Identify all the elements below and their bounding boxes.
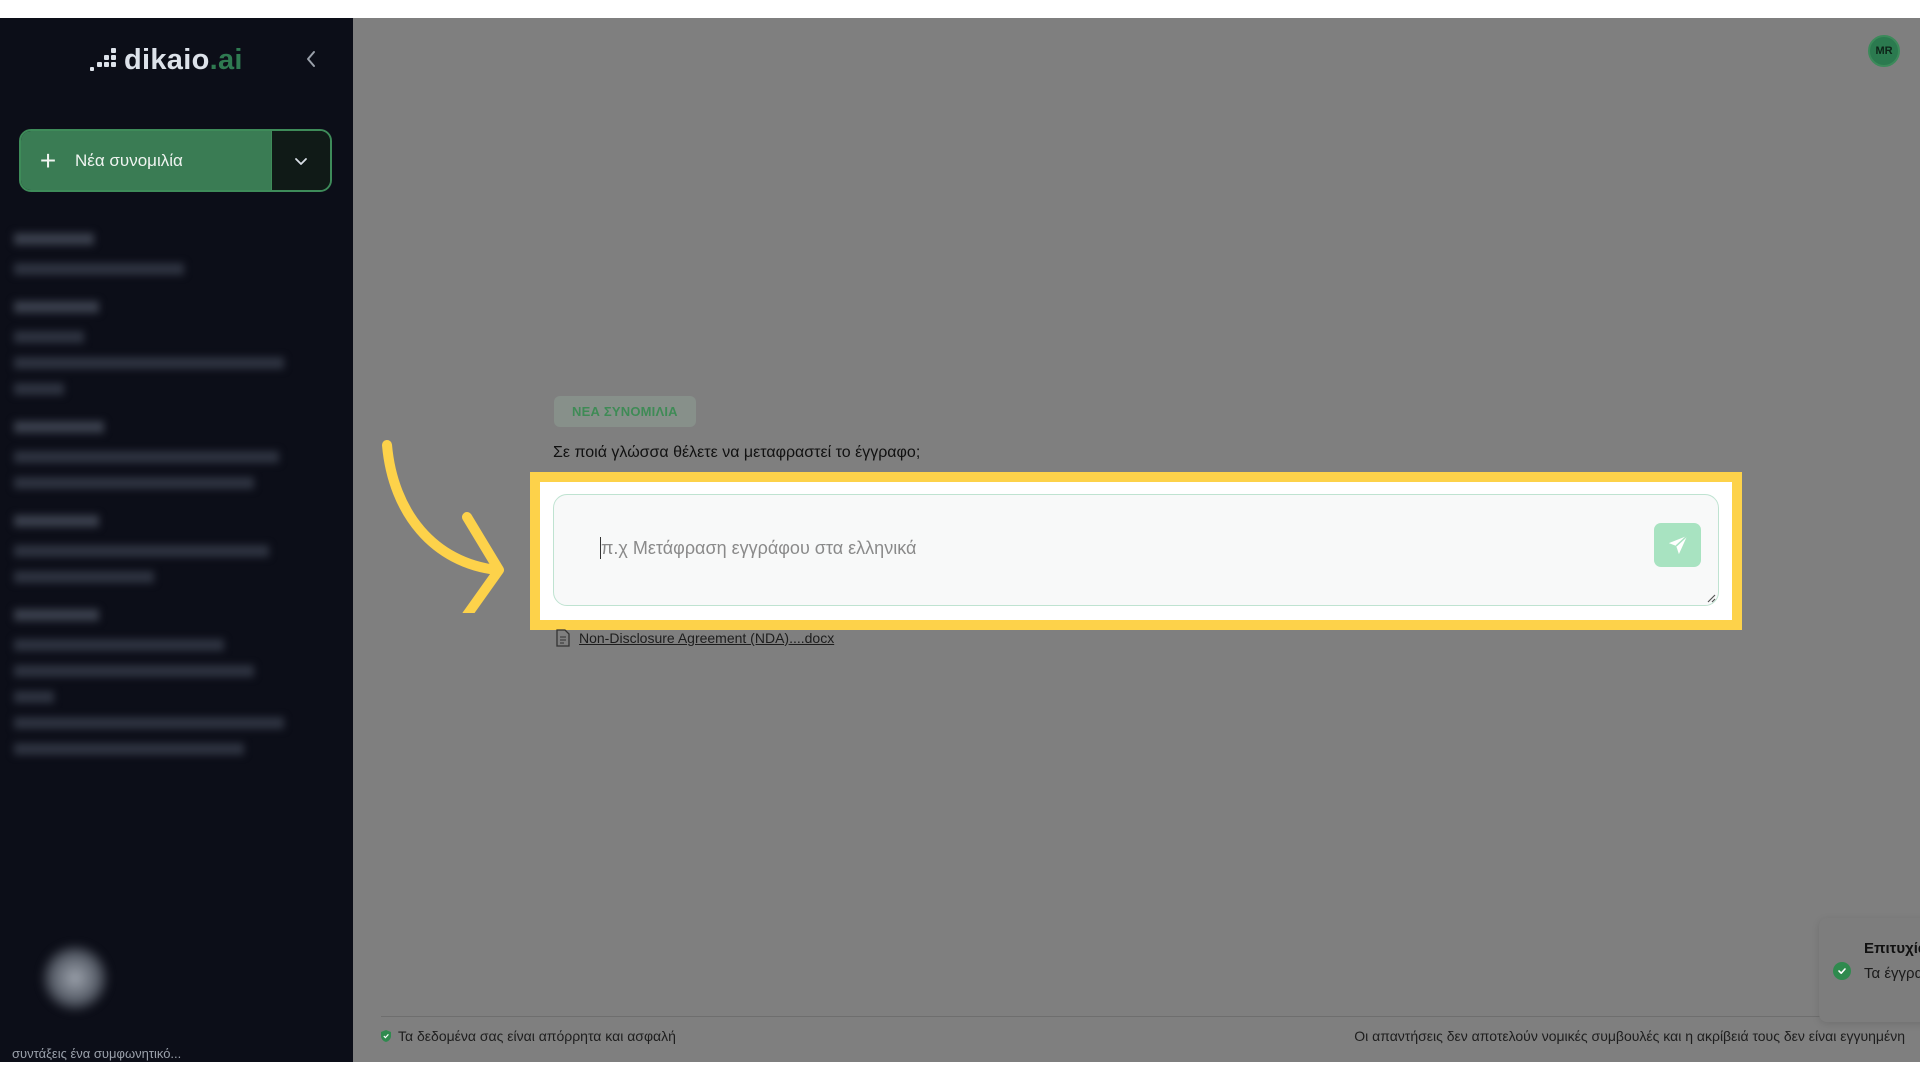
toast-title: Επιτυχία bbox=[1864, 940, 1920, 957]
logo-text: dikaio.ai bbox=[124, 43, 243, 76]
toast-message: Τα έγγραφα σας είναι διαθέσιμα στο νομικ… bbox=[1864, 965, 1920, 982]
plus-icon: + bbox=[39, 144, 57, 176]
new-chat-control: + Νέα συνομιλία bbox=[19, 129, 332, 192]
disclaimer-text: Οι απαντήσεις δεν αποτελούν νομικές συμβ… bbox=[1354, 1028, 1905, 1044]
chat-history-list bbox=[14, 233, 314, 781]
chevron-down-icon bbox=[295, 157, 307, 165]
arrow-icon bbox=[382, 440, 504, 613]
history-group bbox=[14, 609, 314, 755]
message-input[interactable]: π.χ Μετάφραση εγγράφου στα ελληνικά bbox=[553, 494, 1719, 606]
avatar[interactable]: MR bbox=[1868, 35, 1900, 67]
collapse-sidebar-button[interactable] bbox=[298, 44, 324, 74]
privacy-text: Τα δεδομένα σας είναι απόρρητα και ασφαλ… bbox=[398, 1028, 676, 1044]
attachment-filename: Non-Disclosure Agreement (NDA)....docx bbox=[579, 630, 835, 646]
sidebar: dikaio.ai + Νέα συνομιλία συντάξεις ένα … bbox=[0, 18, 353, 1062]
chevron-left-icon bbox=[307, 51, 315, 67]
history-group bbox=[14, 233, 314, 275]
resize-handle-icon[interactable] bbox=[1706, 593, 1716, 603]
logo: dikaio.ai bbox=[90, 40, 243, 80]
history-group bbox=[14, 301, 314, 395]
message-input-placeholder: π.χ Μετάφραση εγγράφου στα ελληνικά bbox=[601, 538, 917, 558]
history-group bbox=[14, 515, 314, 583]
loading-spinner-icon bbox=[40, 943, 110, 1013]
check-circle-icon bbox=[1833, 962, 1851, 980]
document-icon bbox=[556, 629, 570, 647]
sidebar-bottom-item[interactable]: συντάξεις ένα συμφωνητικό... bbox=[12, 1046, 252, 1061]
app-window: dikaio.ai + Νέα συνομιλία συντάξεις ένα … bbox=[0, 18, 1920, 1062]
assistant-question: Σε ποιά γλώσσα θέλετε να μεταφραστεί το … bbox=[553, 444, 921, 461]
success-toast: Επιτυχία Τα έγγραφα σας είναι διαθέσιμα … bbox=[1819, 918, 1920, 1022]
history-group bbox=[14, 421, 314, 489]
new-chat-badge: ΝΕΑ ΣΥΝΟΜΙΛΙΑ bbox=[554, 396, 696, 427]
attachment-link[interactable]: Non-Disclosure Agreement (NDA)....docx bbox=[555, 629, 834, 647]
new-chat-dropdown-button[interactable] bbox=[271, 131, 330, 190]
send-icon bbox=[1668, 535, 1688, 555]
logo-dots-icon bbox=[90, 48, 118, 72]
footer-divider bbox=[381, 1016, 1903, 1017]
shield-icon bbox=[381, 1030, 391, 1042]
send-button[interactable] bbox=[1654, 523, 1701, 567]
privacy-note: Τα δεδομένα σας είναι απόρρητα και ασφαλ… bbox=[380, 1028, 676, 1044]
main-content: MR ΝΕΑ ΣΥΝΟΜΙΛΙΑ Σε ποιά γλώσσα θέλετε ν… bbox=[353, 18, 1920, 1062]
new-chat-label: Νέα συνομιλία bbox=[75, 150, 183, 170]
new-chat-button[interactable]: + Νέα συνομιλία bbox=[21, 131, 271, 190]
